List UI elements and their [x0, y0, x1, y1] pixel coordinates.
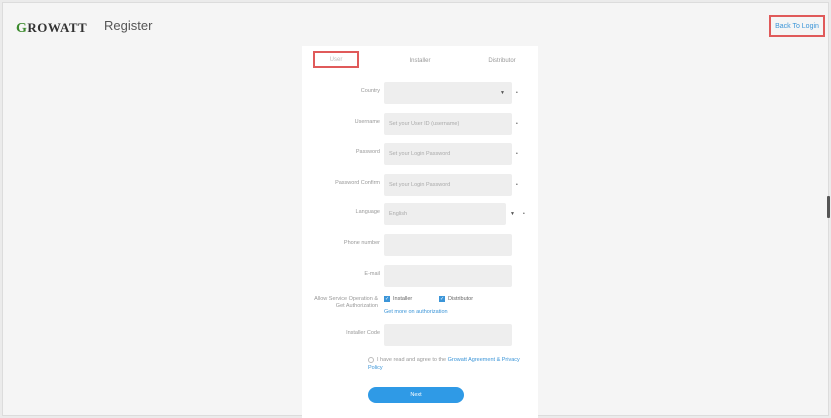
checkmark-icon: ✓ [384, 296, 390, 302]
agreement-text: I have read and agree to the [377, 357, 447, 363]
email-label: E-mail [364, 271, 380, 277]
installer-checkbox-label: Installer [393, 296, 413, 302]
confirm-password-input[interactable]: Set your Login Password [384, 174, 512, 196]
country-row: Country ▼ • [302, 82, 538, 104]
installer-checkbox[interactable]: ✓ Installer [384, 296, 412, 302]
email-row: E-mail [302, 265, 538, 287]
chevron-down-icon: ▼ [500, 90, 505, 96]
tab-distributor[interactable]: Distributor [482, 55, 522, 67]
required-icon: • [516, 121, 518, 127]
agreement-link[interactable]: Growatt Agreement [448, 357, 495, 363]
register-card: User Installer Distributor Country ▼ • U… [302, 46, 538, 418]
distributor-checkbox[interactable]: ✓ Distributor [439, 296, 473, 302]
service-operation-checks: ✓ Installer ✓ Distributor Get more on au… [384, 296, 524, 320]
confirm-password-row: Password Confirm Set your Login Password… [302, 174, 538, 196]
side-drawer-handle[interactable] [827, 196, 830, 218]
required-icon: • [516, 90, 518, 96]
confirm-password-label: Password Confirm [335, 180, 380, 186]
language-label: Language [355, 209, 380, 215]
chevron-down-icon: ▼ [510, 211, 515, 217]
username-row: Username Set your User ID (username) • [302, 113, 538, 135]
role-tabs: User Installer Distributor [302, 46, 538, 76]
agreement-radio[interactable] [368, 356, 374, 363]
email-input[interactable] [384, 265, 512, 287]
language-row: Language English ▼ • [302, 203, 538, 225]
agreement-row: I have read and agree to the Growatt Agr… [368, 356, 528, 372]
installer-code-input[interactable] [384, 324, 512, 346]
country-label: Country [360, 88, 380, 94]
country-select[interactable] [384, 82, 512, 104]
phone-input[interactable] [384, 234, 512, 256]
required-icon: • [516, 151, 518, 157]
password-input[interactable]: Set your Login Password [384, 143, 512, 165]
page-title: Register [104, 18, 153, 33]
username-input[interactable]: Set your User ID (username) [384, 113, 512, 135]
growatt-logo: GROWATT [16, 20, 88, 36]
language-select[interactable]: English [384, 203, 506, 225]
password-row: Password Set your Login Password • [302, 143, 538, 165]
password-label: Password [355, 149, 380, 155]
authorization-info-link[interactable]: Get more on authorization [384, 309, 448, 315]
tab-user[interactable]: User [313, 51, 359, 68]
tab-installer[interactable]: Installer [402, 55, 438, 67]
username-label: Username [354, 119, 380, 125]
required-icon: • [516, 182, 518, 188]
phone-label: Phone number [343, 240, 380, 246]
service-operation-label: Allow Service Operation & Get Authorizat… [314, 296, 378, 309]
distributor-checkbox-label: Distributor [448, 296, 474, 302]
next-button[interactable]: Next [368, 387, 464, 403]
installer-code-label: Installer Code [346, 330, 380, 336]
back-to-login-link[interactable]: Back To Login [769, 15, 825, 37]
checkmark-icon: ✓ [439, 296, 445, 302]
required-icon: • [523, 211, 525, 217]
installer-code-row: Installer Code [302, 324, 538, 346]
phone-row: Phone number [302, 234, 538, 256]
